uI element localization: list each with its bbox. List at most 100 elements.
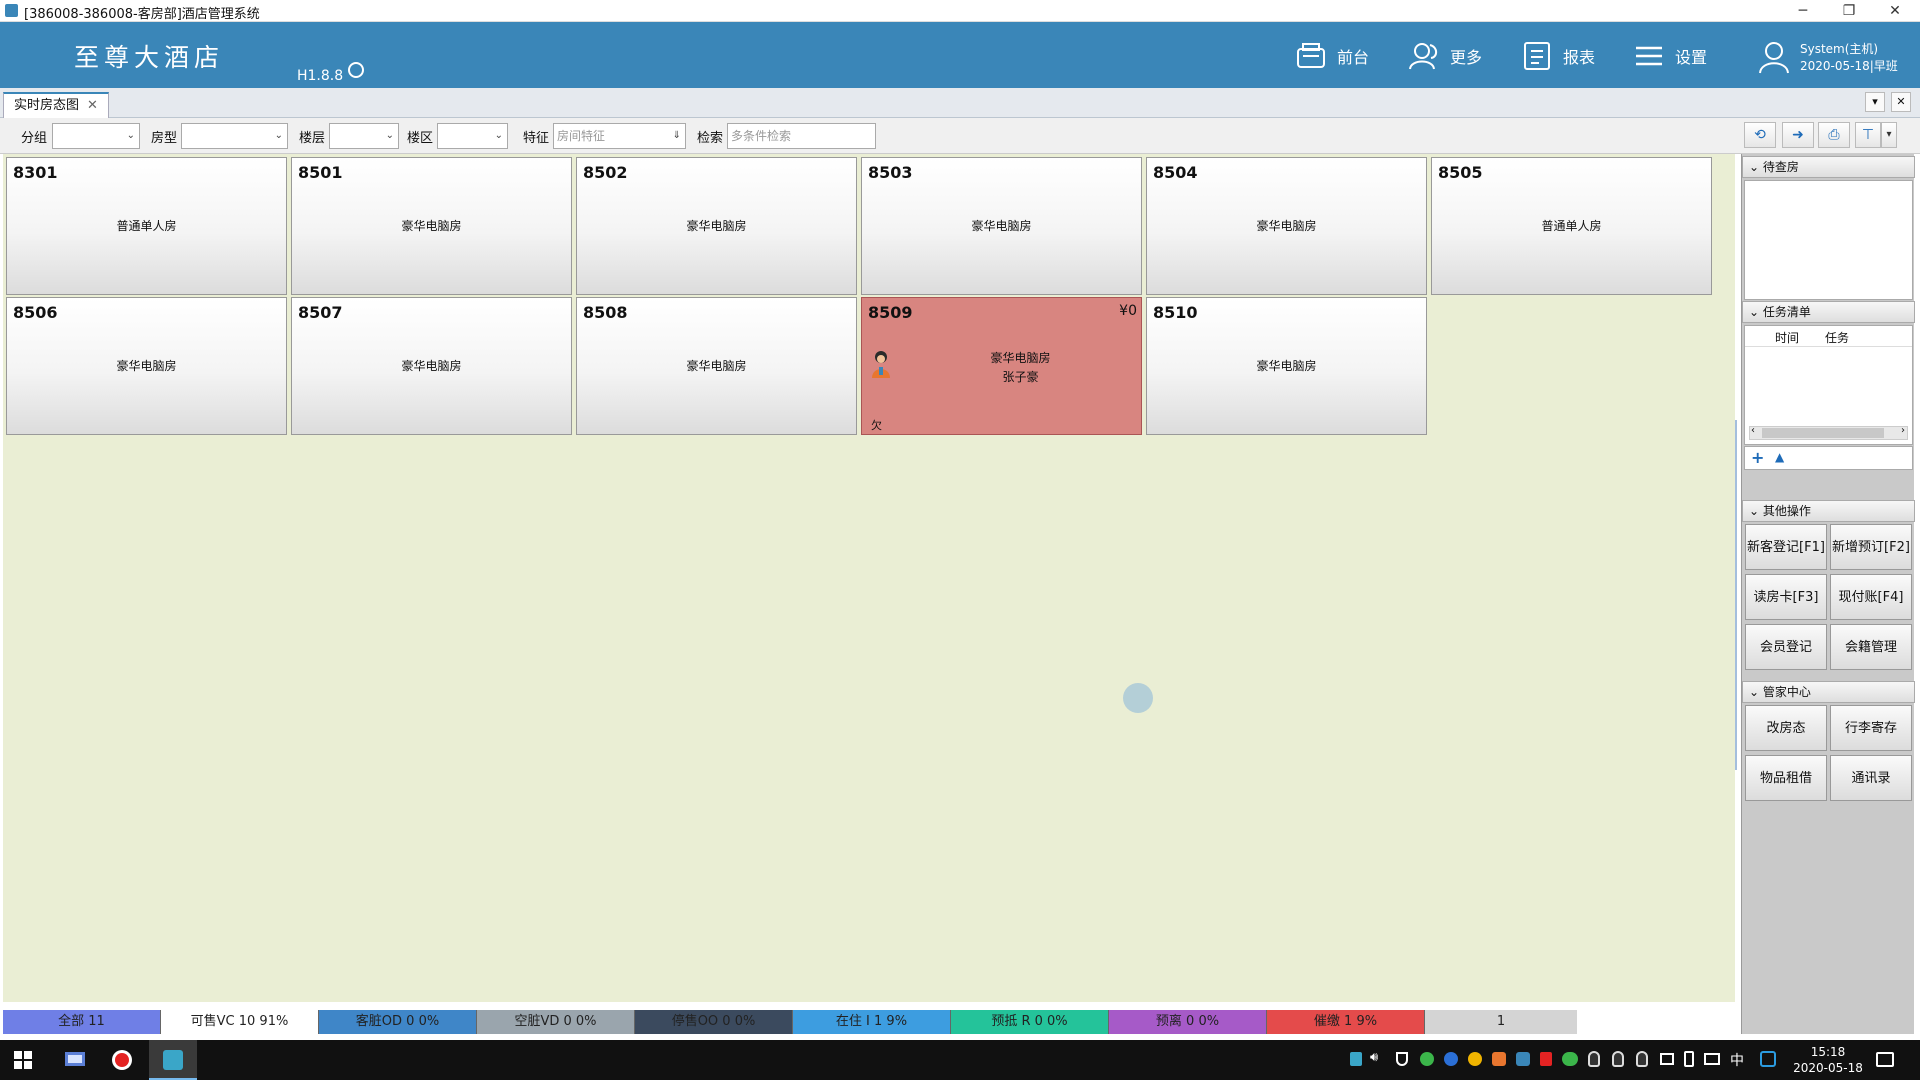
zone-label: 楼区 [407,131,434,146]
tray-yellow-icon[interactable] [1468,1052,1482,1066]
room-card-8503[interactable]: 8503 豪华电脑房 [861,157,1142,295]
change-room-status-button[interactable]: 改房态 [1745,705,1827,751]
tray-green-icon[interactable] [1420,1052,1434,1066]
item-rental-button[interactable]: 物品租借 [1745,755,1827,801]
qq-icon[interactable] [1612,1051,1624,1067]
room-type: 普通单人房 [116,219,177,233]
address-book-button[interactable]: 通讯录 [1830,755,1912,801]
membership-manage-button[interactable]: 会籍管理 [1830,624,1912,670]
tray-orange-icon[interactable] [1492,1052,1506,1066]
display-icon[interactable] [1704,1053,1720,1065]
other-operations-header[interactable]: ⌄ 其他操作 [1742,500,1915,522]
wechat-icon[interactable] [1562,1052,1578,1066]
status-arrival[interactable]: 预抵 R 0 0% [951,1010,1109,1034]
taskbar-clock[interactable]: 15:18 2020-05-18 [1788,1044,1868,1076]
feature-input[interactable]: 房间特征 ⇓ [553,123,686,149]
ime-indicator[interactable]: 中 [1730,1050,1744,1070]
room-card-8507[interactable]: 8507 豪华电脑房 [291,297,572,435]
forward-icon[interactable]: ➜ [1782,122,1814,148]
task-list-title: 任务清单 [1762,305,1811,319]
record-icon[interactable] [111,1049,133,1071]
status-vacant-clean[interactable]: 可售VC 10 91% [161,1010,319,1034]
tray-red-icon[interactable] [1540,1052,1552,1066]
taskbar-hotel-app[interactable] [149,1040,197,1080]
qq-icon[interactable] [1588,1051,1600,1067]
pending-inspection-list[interactable] [1744,180,1913,300]
tray-hotel-icon[interactable] [1350,1052,1362,1066]
scroll-thumb[interactable] [1762,428,1884,438]
refresh-icon[interactable]: ⟲ [1744,122,1776,148]
app-launcher-icon[interactable] [64,1050,88,1070]
tab-close-icon[interactable]: ✕ [87,94,98,118]
user-info[interactable]: System(主机) 2020-05-18|早班 [1757,38,1917,76]
tray-app-icon[interactable] [1516,1052,1530,1066]
tab-close-all-button[interactable]: ✕ [1891,92,1911,112]
chevron-down-icon: ⌄ [126,130,135,141]
guest-name: 张子豪 [1002,370,1039,384]
room-card-8510[interactable]: 8510 豪华电脑房 [1146,297,1427,435]
butler-center-header[interactable]: ⌄ 管家中心 [1742,681,1915,703]
task-list-header[interactable]: ⌄ 任务清单 [1742,301,1915,323]
cash-payment-button[interactable]: 现付账[F4] [1830,574,1912,620]
volume-icon[interactable]: 🔊︎ [1370,1050,1378,1065]
filter-icon[interactable]: ⊤ [1855,122,1881,148]
luggage-storage-button[interactable]: 行李寄存 [1830,705,1912,751]
room-card-8509[interactable]: 8509 ¥0 豪华电脑房 张子豪 欠 [861,297,1142,435]
nav-report[interactable]: 报表 [1521,40,1595,72]
nav-settings[interactable]: 设置 [1633,40,1707,72]
room-type: 豪华电脑房 [116,359,177,373]
floor-select[interactable]: ⌄ [329,123,399,149]
close-button[interactable]: ✕ [1872,0,1918,22]
room-card-8508[interactable]: 8508 豪华电脑房 [576,297,857,435]
status-departure[interactable]: 预离 0 0% [1109,1010,1267,1034]
nav-more[interactable]: 更多 [1408,40,1482,72]
move-up-icon[interactable]: ▲ [1775,450,1784,464]
battery-icon[interactable] [1684,1051,1694,1067]
minimize-button[interactable]: ─ [1780,0,1826,22]
panel-splitter[interactable] [1733,420,1739,770]
tray-blue-icon[interactable] [1444,1052,1458,1066]
scroll-right-icon[interactable]: › [1901,425,1905,436]
room-card-8505[interactable]: 8505 普通单人房 [1431,157,1712,295]
network-icon[interactable] [1660,1053,1674,1065]
new-reservation-button[interactable]: 新增预订[F2] [1830,524,1912,570]
floor-label: 楼层 [299,131,326,146]
restore-button[interactable]: ❐ [1826,0,1872,22]
windows-start-icon[interactable] [13,1050,33,1070]
toolbar-dropdown-icon[interactable]: ▾ [1881,122,1897,148]
print-icon[interactable]: ⎙ [1818,122,1850,148]
room-type-select[interactable]: ⌄ [181,123,288,149]
room-card-8501[interactable]: 8501 豪华电脑房 [291,157,572,295]
read-room-card-button[interactable]: 读房卡[F3] [1745,574,1827,620]
tab-room-status[interactable]: 实时房态图 ✕ [3,92,109,118]
tab-list-dropdown[interactable]: ▾ [1865,92,1885,112]
nav-front-desk[interactable]: 前台 [1295,40,1369,72]
search-input[interactable]: 多条件检索 [727,123,876,149]
status-vacant-dirty[interactable]: 空脏VD 0 0% [477,1010,635,1034]
room-card-8504[interactable]: 8504 豪华电脑房 [1146,157,1427,295]
pending-inspection-header[interactable]: ⌄ 待查房 [1742,156,1915,178]
member-register-button[interactable]: 会员登记 [1745,624,1827,670]
status-out-of-order[interactable]: 停售OO 0 0% [635,1010,793,1034]
group-select[interactable]: ⌄ [52,123,140,149]
task-list-table[interactable]: 时间 任务 ‹ › [1744,325,1913,445]
task-horizontal-scrollbar[interactable]: ‹ › [1749,425,1908,440]
qq-icon[interactable] [1636,1051,1648,1067]
tray-q-icon[interactable] [1760,1051,1776,1067]
room-card-8502[interactable]: 8502 豪华电脑房 [576,157,857,295]
scroll-left-icon[interactable]: ‹ [1751,425,1755,436]
zone-select[interactable]: ⌄ [437,123,508,149]
new-checkin-button[interactable]: 新客登记[F1] [1745,524,1827,570]
clock-icon[interactable] [348,62,364,78]
add-task-icon[interactable]: + [1751,448,1764,467]
security-shield-icon[interactable] [1396,1052,1408,1066]
status-all[interactable]: 全部 11 [3,1010,161,1034]
status-occupied-dirty[interactable]: 客脏OD 0 0% [319,1010,477,1034]
chevron-down-icon: ⌄ [494,130,503,141]
room-card-8301[interactable]: 8301 普通单人房 [6,157,287,295]
status-dunning[interactable]: 催缴 1 9% [1267,1010,1425,1034]
page-indicator: 1 [1425,1010,1577,1034]
notification-icon[interactable] [1876,1052,1894,1067]
status-in-house[interactable]: 在住 I 1 9% [793,1010,951,1034]
room-card-8506[interactable]: 8506 豪华电脑房 [6,297,287,435]
